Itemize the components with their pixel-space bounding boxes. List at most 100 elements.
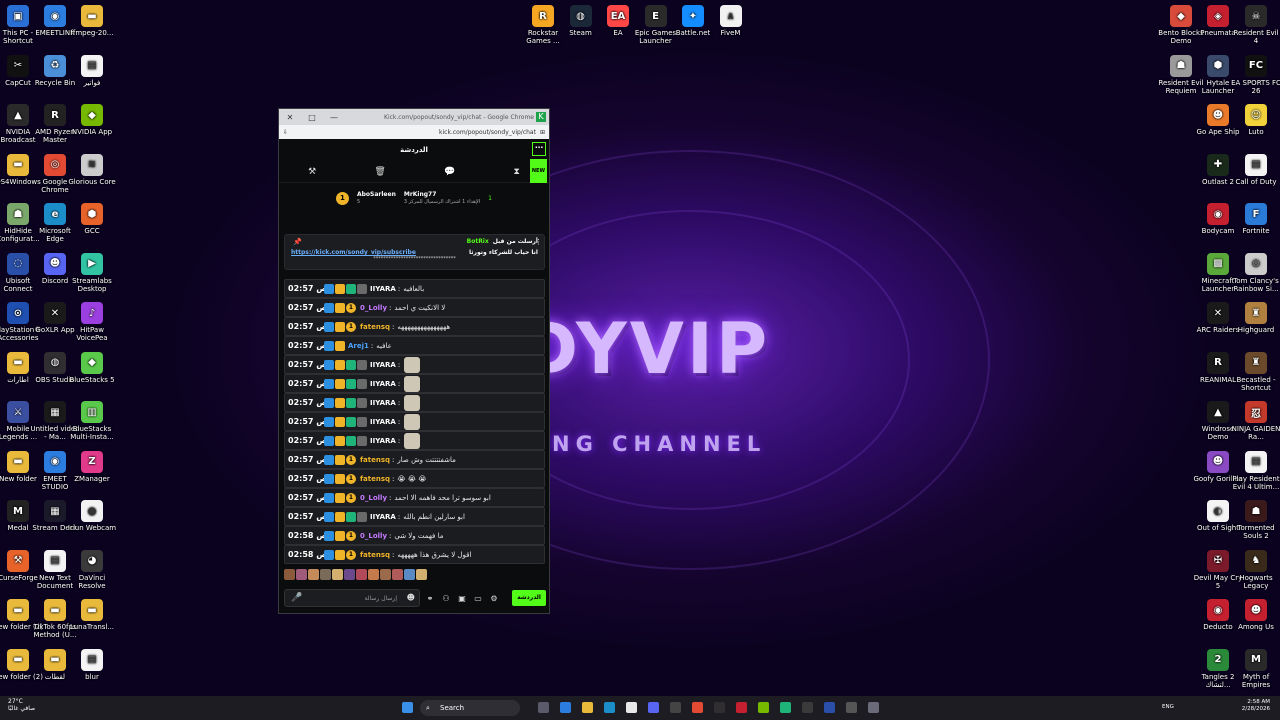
trash-icon[interactable]: 🗑: [374, 167, 385, 177]
message-username[interactable]: IIYARA: [370, 437, 396, 445]
message-username[interactable]: fatensq: [360, 475, 390, 483]
settings-icon[interactable]: ⚙: [488, 594, 500, 603]
mic-icon[interactable]: 🎤: [291, 593, 302, 603]
hourglass-icon[interactable]: ⧗: [514, 167, 520, 177]
task-view-icon[interactable]: [538, 702, 549, 713]
desktop-icon[interactable]: ◎ Tom Clancy's Rainbow Si...: [1231, 252, 1280, 293]
desktop-icon[interactable]: M Myth of Empires: [1231, 648, 1280, 689]
message-username[interactable]: IIYARA: [370, 285, 396, 293]
emote[interactable]: [344, 569, 355, 580]
hammer-icon[interactable]: ⚒: [308, 167, 316, 177]
desktop-icon[interactable]: ☠ Resident Evil 4: [1231, 5, 1280, 45]
extension-icon[interactable]: K: [536, 112, 546, 122]
gift-icon[interactable]: ▣: [456, 594, 468, 603]
xbox-taskbar-icon[interactable]: [780, 702, 791, 713]
desktop-icon[interactable]: ☗ Tormented Souls 2: [1231, 500, 1280, 540]
desktop-icon[interactable]: ☻ Among Us: [1231, 599, 1280, 631]
pin-icon[interactable]: 📌: [293, 238, 302, 246]
message-username[interactable]: fatensq: [360, 551, 390, 559]
more-menu-icon[interactable]: ⋯: [532, 142, 546, 156]
app-taskbar-icon[interactable]: [868, 702, 879, 713]
app-taskbar-icon[interactable]: [670, 702, 681, 713]
desktop-icon[interactable]: ♜ Highguard: [1231, 302, 1280, 334]
clock[interactable]: 2:58 AM 2/28/2026: [1190, 699, 1270, 713]
desktop-icon[interactable]: ◆ NVIDIA App: [67, 104, 117, 136]
app-taskbar-icon[interactable]: [824, 702, 835, 713]
desktop-icon[interactable]: ♜ Becastled - Shortcut: [1231, 351, 1280, 392]
message-username[interactable]: IIYARA: [370, 399, 396, 407]
desktop-icon[interactable]: ∧ FiveM: [706, 5, 756, 37]
desktop-icon[interactable]: FC EA SPORTS FC 26: [1231, 54, 1280, 95]
emoji-icon[interactable]: ☻: [407, 593, 415, 602]
nvidia-taskbar-icon[interactable]: [758, 702, 769, 713]
message-username[interactable]: 0_Lolly: [360, 532, 387, 540]
emote[interactable]: [416, 569, 427, 580]
message-username[interactable]: IIYARA: [370, 361, 396, 369]
kick-chat-window[interactable]: ✕ □ — Kick.com/popout/sondy_vip/chat - G…: [278, 108, 550, 614]
desktop-icon[interactable]: F Fortnite: [1231, 203, 1280, 235]
people-icon[interactable]: ⚇: [440, 594, 452, 603]
desktop-icon[interactable]: ▬ ffmpeg-20...: [67, 5, 117, 37]
desktop-icon[interactable]: ● Iriun Webcam: [67, 500, 117, 532]
desktop-icon[interactable]: ◕ DaVinci Resolve: [67, 549, 117, 590]
extensions-icon[interactable]: ⊞: [540, 129, 545, 136]
more-vert-icon[interactable]: ⋮: [535, 238, 542, 246]
desktop-icon[interactable]: ▥ BlueStacks Multi-Insta...: [67, 401, 117, 441]
app-taskbar-icon[interactable]: [736, 702, 747, 713]
minimize-icon[interactable]: —: [323, 113, 345, 122]
desktop-icon[interactable]: ▤ Play Resident Evil 4 Ultim...: [1231, 450, 1280, 491]
chat-icon[interactable]: ▭: [472, 594, 484, 603]
emote[interactable]: [368, 569, 379, 580]
desktop-icon[interactable]: ▤ فواتير: [67, 54, 117, 87]
close-icon[interactable]: ✕: [279, 113, 301, 122]
emote[interactable]: [392, 569, 403, 580]
message-username[interactable]: IIYARA: [370, 380, 396, 388]
emote[interactable]: [332, 569, 343, 580]
message-username[interactable]: IIYARA: [370, 418, 396, 426]
desktop-icon[interactable]: ☺ Luto: [1231, 104, 1280, 136]
app-taskbar-icon[interactable]: [846, 702, 857, 713]
edge-taskbar-icon[interactable]: [604, 702, 615, 713]
weather-widget[interactable]: 27°C صافي غالبًا: [8, 698, 35, 712]
desktop-icon[interactable]: Z ZManager: [67, 450, 117, 483]
taskbar-search[interactable]: ⌕ Search: [420, 700, 520, 716]
top-gifter-name[interactable]: AboSarleen: [357, 191, 396, 198]
desktop-icon[interactable]: ▤ Call of Duty: [1231, 153, 1280, 186]
store-icon[interactable]: [626, 702, 637, 713]
chat-bubble-icon[interactable]: 💬: [444, 167, 455, 177]
maximize-icon[interactable]: □: [301, 113, 323, 122]
emote[interactable]: [380, 569, 391, 580]
send-chat-button[interactable]: الدردشة: [512, 590, 546, 606]
emote[interactable]: [356, 569, 367, 580]
desktop-icon[interactable]: ◆ BlueStacks 5: [67, 351, 117, 384]
file-explorer-icon[interactable]: [582, 702, 593, 713]
message-username[interactable]: fatensq: [360, 456, 390, 464]
chrome-taskbar-icon[interactable]: [692, 702, 703, 713]
desktop-icon[interactable]: ⬢ GCC: [67, 203, 117, 235]
desktop-icon[interactable]: 忍 NINJA GAIDEN Ra...: [1231, 401, 1280, 441]
copilot-icon[interactable]: [560, 702, 571, 713]
start-icon[interactable]: [402, 702, 413, 713]
language-indicator[interactable]: ENG: [1162, 704, 1174, 710]
discord-taskbar-icon[interactable]: [648, 702, 659, 713]
message-username[interactable]: 0_Lolly: [360, 494, 387, 502]
address-bar[interactable]: ⇩ kick.com/popout/sondy_vip/chat ⊞: [279, 125, 549, 139]
url-text[interactable]: kick.com/popout/sondy_vip/chat: [288, 129, 540, 136]
second-gifter-name[interactable]: MrKing77: [404, 191, 437, 198]
message-username[interactable]: IIYARA: [370, 513, 396, 521]
app-taskbar-icon[interactable]: [802, 702, 813, 713]
bot-name[interactable]: BotRix: [467, 238, 489, 245]
subscribe-link[interactable]: https://kick.com/sondy_vip/subscribe: [291, 249, 416, 256]
emote[interactable]: [308, 569, 319, 580]
emote[interactable]: [284, 569, 295, 580]
desktop-icon[interactable]: ♪ HitPaw VoicePea: [67, 302, 117, 342]
chat-input[interactable]: 🎤 إرسال رسالة ☻: [284, 589, 420, 607]
emote[interactable]: [296, 569, 307, 580]
desktop-icon[interactable]: ♞ Hogwarts Legacy: [1231, 549, 1280, 590]
message-username[interactable]: 0_Lolly: [360, 304, 387, 312]
desktop-icon[interactable]: ≋ Glorious Core: [67, 153, 117, 186]
desktop-icon[interactable]: ▬ LunaTransl...: [67, 599, 117, 631]
message-username[interactable]: fatensq: [360, 323, 390, 331]
emote[interactable]: [404, 569, 415, 580]
desktop-icon[interactable]: ▤ blur: [67, 648, 117, 681]
